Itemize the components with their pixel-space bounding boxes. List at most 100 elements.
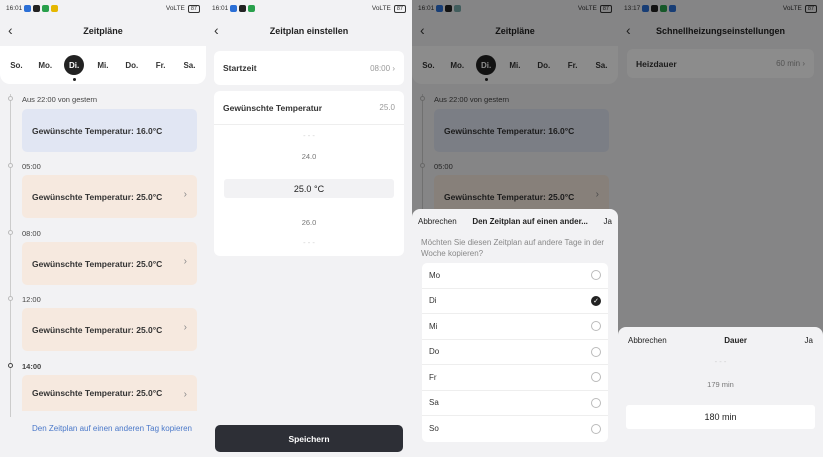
day-wednesday[interactable]: Mi.: [93, 55, 113, 75]
slot-time: 05:00: [22, 162, 41, 171]
radio-unchecked-icon[interactable]: [591, 346, 601, 357]
radio-unchecked-icon[interactable]: [591, 321, 601, 332]
confirm-button[interactable]: Ja: [604, 217, 612, 226]
day-option-label: Do: [429, 347, 440, 357]
cancel-button[interactable]: Abbrechen: [418, 217, 457, 226]
day-option-di[interactable]: Di ✓: [422, 289, 608, 314]
quick-heat-settings-screen: 13:17 VoLTE 87 ‹ Schnellheizungseinstellun…: [618, 0, 823, 457]
schedule-card[interactable]: Gewünschte Temperatur: 25.0°C ›: [22, 375, 197, 411]
radio-unchecked-icon[interactable]: [591, 270, 601, 281]
start-time-row[interactable]: Startzeit 08:00 ›: [214, 51, 404, 85]
picker-option[interactable]: 179 min: [618, 380, 823, 389]
day-option-so[interactable]: So: [422, 416, 608, 442]
copy-schedule-link[interactable]: Den Zeitplan auf einen anderen Tag kopie…: [32, 423, 192, 434]
day-monday[interactable]: Mo.: [35, 55, 55, 75]
app-icon: [51, 5, 59, 12]
cancel-button[interactable]: Abbrechen: [628, 336, 667, 345]
radio-unchecked-icon[interactable]: [591, 397, 601, 408]
network-label: VoLTE: [165, 5, 185, 12]
schedule-card-label: Gewünschte Temperatur: 25.0°C: [32, 258, 163, 269]
save-button[interactable]: Speichern: [215, 425, 403, 452]
temperature-panel: Gewünschte Temperatur 25.0 - - - 24.0 25.…: [214, 91, 404, 256]
picker-selected[interactable]: 180 min: [618, 412, 823, 422]
day-option-label: Di: [429, 296, 437, 306]
schedule-card-label: Gewünschte Temperatur: 25.0°C: [32, 388, 163, 398]
from-yesterday-label: Aus 22:00 von gestern: [22, 95, 98, 104]
day-option-sa[interactable]: Sa: [422, 391, 608, 416]
day-friday[interactable]: Fr.: [151, 55, 171, 75]
battery-icon: 87: [393, 4, 406, 13]
day-option-label: Sa: [429, 398, 439, 408]
radio-unchecked-icon[interactable]: [591, 423, 601, 434]
app-icon: [24, 5, 32, 12]
app-icon: [239, 5, 247, 12]
status-bar: 16:01 VoLTE 87: [206, 0, 412, 17]
day-sunday[interactable]: So.: [6, 55, 26, 75]
status-time: 16:01: [212, 5, 229, 12]
app-icon: [42, 5, 50, 12]
day-thursday[interactable]: Do.: [122, 55, 142, 75]
temperature-value: 25.0: [379, 103, 395, 112]
picker-selected-value: 25.0: [293, 184, 312, 194]
schedules-screen: 16:01 VoLTE 87 ‹ Zeitpläne So. Mo. Di. Mi.…: [0, 0, 206, 457]
app-icon: [248, 5, 256, 12]
copy-schedule-screen: 16:01 VoLTE 87 ‹ Zeitpläne So. Mo. Di. Mi.…: [412, 0, 618, 457]
timeline-dot: [8, 96, 13, 101]
day-selector: So. Mo. Di. Mi. Do. Fr. Sa.: [0, 46, 206, 84]
schedule-card-carryover: Gewünschte Temperatur: 16.0°C: [22, 109, 197, 152]
sheet-title: Den Zeitplan auf einen ander...: [472, 216, 588, 226]
chevron-right-icon: ›: [392, 63, 395, 73]
start-time-label: Startzeit: [223, 63, 257, 73]
day-option-do[interactable]: Do: [422, 340, 608, 365]
radio-checked-icon[interactable]: ✓: [591, 295, 601, 306]
picker-option[interactable]: 24.0: [214, 152, 404, 161]
chevron-right-icon: ›: [183, 189, 187, 200]
schedule-card-label: Gewünschte Temperatur: 25.0°C: [32, 324, 163, 335]
app-icon: [33, 5, 41, 12]
picker-unit: °C: [313, 184, 325, 194]
confirm-button[interactable]: Ja: [805, 336, 813, 345]
day-option-fr[interactable]: Fr: [422, 365, 608, 391]
day-saturday[interactable]: Sa.: [179, 55, 199, 75]
chevron-right-icon: ›: [183, 256, 187, 267]
day-option-label: Mi: [429, 321, 438, 331]
network-label: VoLTE: [371, 5, 391, 12]
slot-time: 08:00: [22, 229, 41, 238]
schedule-card-label: Gewünschte Temperatur: 25.0°C: [32, 191, 163, 202]
picker-fade: - - -: [714, 357, 727, 366]
copy-days-sheet: Abbrechen Den Zeitplan auf einen ander..…: [412, 209, 618, 457]
schedule-card[interactable]: Gewünschte Temperatur: 25.0°C ›: [22, 308, 197, 351]
day-option-label: Fr: [429, 372, 437, 382]
timeline-dot: [8, 163, 13, 168]
back-arrow-icon[interactable]: ‹: [8, 23, 13, 37]
edit-schedule-screen: 16:01 VoLTE 87 ‹ Zeitplan einstellen Start…: [206, 0, 412, 457]
slot-time: 12:00: [22, 295, 41, 304]
duration-sheet: Abbrechen Dauer Ja - - - 179 min 180 min: [618, 327, 823, 457]
picker-fade: - - -: [303, 131, 315, 140]
timeline-line: [10, 94, 11, 417]
slot-time: 14:00: [22, 362, 42, 371]
temperature-label: Gewünschte Temperatur: [223, 102, 323, 113]
battery-icon: 87: [187, 4, 200, 13]
day-checklist: Mo Di ✓ Mi Do Fr Sa So: [422, 263, 608, 442]
radio-unchecked-icon[interactable]: [591, 372, 601, 383]
copy-question: Möchten Sie diesen Zeitplan auf andere T…: [421, 238, 605, 258]
timeline-dot: [8, 363, 13, 368]
day-option-mo[interactable]: Mo: [422, 263, 608, 289]
day-option-label: So: [429, 424, 439, 434]
timeline-dot: [8, 230, 13, 235]
back-arrow-icon[interactable]: ‹: [214, 23, 219, 37]
status-bar: 16:01 VoLTE 87: [0, 0, 206, 17]
chevron-right-icon: ›: [183, 389, 187, 400]
app-icon: [230, 5, 238, 12]
page-title: Zeitpläne: [83, 26, 123, 36]
sheet-title: Dauer: [724, 335, 747, 345]
day-option-mi[interactable]: Mi: [422, 314, 608, 340]
start-time-value: 08:00: [370, 63, 391, 73]
day-tuesday[interactable]: Di.: [64, 55, 85, 81]
schedule-card[interactable]: Gewünschte Temperatur: 25.0°C ›: [22, 175, 197, 218]
chevron-right-icon: ›: [183, 322, 187, 333]
picker-option[interactable]: 26.0: [214, 218, 404, 227]
schedule-card[interactable]: Gewünschte Temperatur: 25.0°C ›: [22, 242, 197, 285]
picker-selected[interactable]: 25.0 °C: [214, 184, 404, 194]
